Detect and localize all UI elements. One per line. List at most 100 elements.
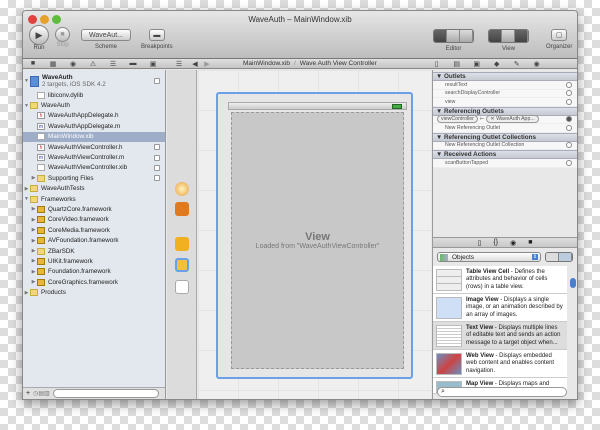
connect-circle[interactable]	[566, 90, 572, 97]
view-mode-segment[interactable]	[545, 252, 573, 262]
checkbox[interactable]	[154, 78, 160, 84]
connect-circle[interactable]	[566, 142, 572, 149]
jumpbar-object[interactable]: Wave Auth View Controller	[300, 60, 377, 67]
stop-button[interactable]: ■ Stop	[55, 27, 70, 48]
framework-item[interactable]: ▶ CoreGraphics.framework	[23, 277, 165, 287]
debug-toggle-icon[interactable]	[502, 30, 515, 42]
checkbox[interactable]	[154, 175, 160, 182]
checkbox[interactable]	[154, 144, 160, 151]
file-item[interactable]: m WaveAuthViewController.m	[23, 152, 165, 162]
file-item[interactable]: m WaveAuthAppDelegate.m	[23, 121, 165, 131]
group-item[interactable]: ▼ Frameworks	[23, 194, 165, 204]
run-label: Run	[33, 45, 45, 51]
jumpbar-file[interactable]: MainWindow.xib	[243, 60, 290, 67]
breakpoints-button[interactable]: ▬ Breakpoints	[141, 29, 173, 50]
navigator-toggle-icon[interactable]	[489, 30, 502, 42]
connect-circle[interactable]	[566, 98, 572, 105]
issue-navigator-icon[interactable]: ⚠	[83, 60, 103, 68]
library-search-input[interactable]: ⌕	[437, 387, 567, 397]
view-segment[interactable]: View	[488, 29, 529, 52]
connect-circle[interactable]	[566, 159, 572, 166]
quick-help-icon[interactable]: ▤	[447, 60, 467, 68]
referencing-outlets-header[interactable]: ▼ Referencing Outlets	[433, 106, 577, 116]
library-selector[interactable]: Objects ⇕	[437, 252, 541, 262]
connections-inspector-icon[interactable]: ◉	[527, 60, 547, 68]
connection-source[interactable]: viewController	[437, 115, 478, 124]
group-item[interactable]: ▶ Products	[23, 287, 165, 297]
placeholder-icon[interactable]	[175, 182, 189, 196]
version-editor-icon[interactable]	[460, 30, 473, 42]
library-item-selected[interactable]: Text View - Displays multiple lines of e…	[433, 322, 567, 350]
code-snippet-icon[interactable]: {}	[493, 239, 498, 246]
framework-item[interactable]: ▶ UIKit.framework	[23, 256, 165, 266]
search-navigator-icon[interactable]: ◉	[63, 60, 83, 68]
log-navigator-icon[interactable]: ▣	[143, 60, 163, 68]
organizer-button[interactable]: ▢ Organizer	[546, 29, 572, 50]
view-subtitle: Loaded from "WaveAuthViewController"	[255, 243, 380, 250]
symbol-navigator-icon[interactable]: ▦	[43, 60, 63, 68]
file-item[interactable]: h WaveAuthViewController.h	[23, 142, 165, 152]
received-actions-header[interactable]: ▼ Received Actions	[433, 150, 577, 159]
view-controller-frame[interactable]: View Loaded from "WaveAuthViewController"	[216, 92, 413, 379]
view-placeholder[interactable]: View Loaded from "WaveAuthViewController"	[231, 112, 404, 369]
framework-item[interactable]: ▶ QuartzCore.framework	[23, 204, 165, 214]
group-item[interactable]: ▼ WaveAuth	[23, 100, 165, 110]
list-view-icon[interactable]	[559, 253, 572, 261]
project-navigator-icon[interactable]: ■	[23, 60, 43, 67]
connect-circle[interactable]	[566, 81, 572, 88]
connect-circle[interactable]	[566, 124, 572, 131]
outlet-collections-header[interactable]: ▼ Referencing Outlet Collections	[433, 132, 577, 142]
group-item[interactable]: ▶ Supporting Files	[23, 173, 165, 183]
file-inspector-icon[interactable]: ▯	[427, 60, 447, 68]
library-item[interactable]: Image View - Displays a single image, or…	[433, 294, 567, 322]
section-label: Referencing Outlet Collections	[443, 133, 537, 141]
add-icon[interactable]: +	[26, 390, 30, 397]
file-item-selected[interactable]: MainWindow.xib	[23, 131, 165, 142]
file-item[interactable]: h WaveAuthAppDelegate.h	[23, 111, 165, 121]
filter-options-icon[interactable]: ◷▤▥	[33, 390, 50, 397]
assistant-editor-icon[interactable]	[447, 30, 460, 42]
project-subtitle: 2 targets, iOS SDK 4.2	[42, 81, 106, 88]
object-library-icon[interactable]: ◉	[510, 239, 516, 247]
file-item[interactable]: libiconv.dylib	[23, 90, 165, 100]
project-root[interactable]: ▼ WaveAuth 2 targets, iOS SDK 4.2	[23, 72, 165, 90]
framework-item[interactable]: ▶ Foundation.framework	[23, 267, 165, 277]
size-inspector-icon[interactable]: ✎	[507, 60, 527, 68]
scheme-value[interactable]: WaveAut...	[81, 29, 131, 41]
back-icon[interactable]: ◀	[189, 60, 201, 68]
debug-navigator-icon[interactable]: ☰	[103, 60, 123, 68]
file-item[interactable]: WaveAuthViewController.xib	[23, 163, 165, 173]
checkbox[interactable]	[154, 154, 160, 161]
first-responder-icon[interactable]	[175, 202, 189, 216]
chevron-updown-icon: ⇕	[531, 254, 538, 260]
scrollbar-thumb[interactable]	[570, 278, 576, 288]
utilities-toggle-icon[interactable]	[515, 30, 528, 42]
identity-inspector-icon[interactable]: ▣	[467, 60, 487, 68]
standard-editor-icon[interactable]	[434, 30, 447, 42]
media-library-icon[interactable]: ■	[528, 239, 532, 246]
scheme-selector[interactable]: WaveAut... Scheme	[81, 29, 131, 50]
window-icon[interactable]	[175, 280, 189, 294]
connect-circle[interactable]	[566, 116, 572, 123]
connection-target[interactable]: ✕ WaveAuth App...	[486, 115, 539, 124]
checkbox[interactable]	[154, 164, 160, 171]
file-template-icon[interactable]: ▯	[478, 239, 482, 247]
group-item[interactable]: ▶ WaveAuthTests	[23, 184, 165, 194]
forward-icon[interactable]: ▶	[201, 60, 213, 68]
framework-item[interactable]: ▶ CoreVideo.framework	[23, 215, 165, 225]
library-item[interactable]: Table View Cell - Defines the attributes…	[433, 266, 567, 294]
library-item[interactable]: Web View - Displays embedded web content…	[433, 350, 567, 378]
group-item[interactable]: ▶ ZBarSDK	[23, 246, 165, 256]
attributes-inspector-icon[interactable]: ◆	[487, 60, 507, 68]
framework-item[interactable]: ▶ CoreMedia.framework	[23, 225, 165, 235]
view-controller-icon[interactable]	[175, 258, 189, 272]
filter-input[interactable]	[52, 389, 159, 398]
icon-view-icon[interactable]	[546, 253, 559, 261]
framework-item[interactable]: ▶ AVFoundation.framework	[23, 235, 165, 245]
object-icon[interactable]	[175, 237, 189, 251]
breakpoint-navigator-icon[interactable]: ▬	[123, 60, 143, 67]
run-button[interactable]: ▶ Run	[29, 25, 49, 51]
outlets-header[interactable]: ▼ Outlets	[433, 72, 577, 81]
editor-segment[interactable]: Editor	[433, 29, 474, 52]
related-items-icon[interactable]: ☰	[169, 60, 189, 68]
